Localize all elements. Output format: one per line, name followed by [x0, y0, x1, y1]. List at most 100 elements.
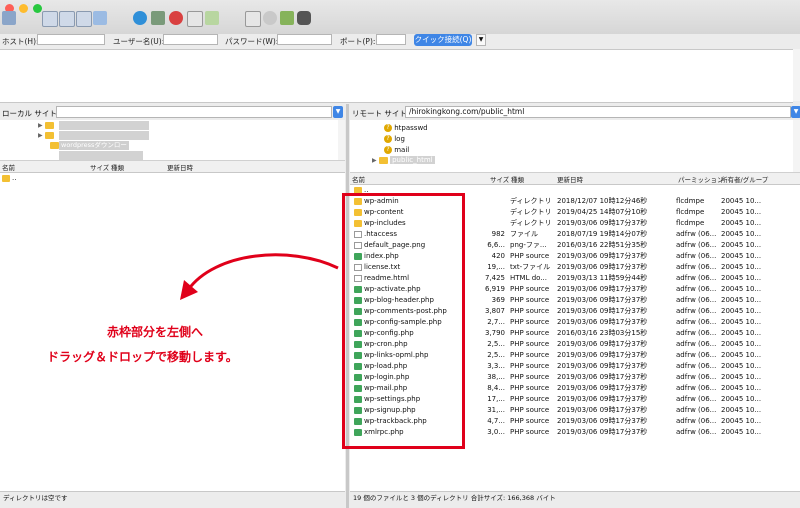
- reconnect-icon[interactable]: [205, 11, 219, 25]
- col-name[interactable]: 名前: [352, 174, 365, 184]
- folder-icon: [2, 175, 10, 182]
- remote-path-dropdown[interactable]: ▼: [791, 106, 800, 118]
- file-type: PHP source: [510, 406, 550, 414]
- toggle-local-tree-icon[interactable]: [59, 11, 75, 27]
- find-files-icon[interactable]: [297, 11, 311, 25]
- file-permission: adfrw (06...: [676, 384, 717, 392]
- folder-icon: [50, 141, 59, 149]
- col-size[interactable]: サイズ: [490, 174, 509, 184]
- remote-tree-row-selected[interactable]: ▶ public_html: [372, 155, 435, 165]
- local-tree-selected-label[interactable]: wordpressダウンロード: [59, 141, 129, 158]
- file-type: PHP source: [510, 373, 550, 381]
- user-input[interactable]: [163, 34, 218, 45]
- expand-arrow-icon[interactable]: ▶: [372, 157, 377, 164]
- file-modified: 2019/03/06 09時17分37秒: [557, 285, 648, 293]
- file-modified: 2019/03/06 09時17分37秒: [557, 417, 648, 425]
- remote-tree-label: mail: [394, 146, 410, 154]
- site-manager-icon[interactable]: [2, 11, 16, 25]
- quickconnect-dropdown[interactable]: ▼: [476, 34, 486, 46]
- local-tree-scrollbar[interactable]: [338, 120, 345, 160]
- refresh-icon[interactable]: [133, 11, 147, 25]
- local-tree-item[interactable]: [59, 121, 149, 130]
- file-size: 6,919: [484, 285, 505, 293]
- filter-icon[interactable]: [245, 11, 261, 27]
- host-input[interactable]: [37, 34, 105, 45]
- col-permission[interactable]: パーミッション: [678, 174, 724, 184]
- file-modified: 2018/12/07 10時12分46秒: [557, 197, 648, 205]
- remote-tree-row[interactable]: ? mail: [384, 145, 409, 155]
- file-permission: adfrw (06...: [676, 241, 717, 249]
- toggle-queue-icon[interactable]: [93, 11, 107, 25]
- col-modified[interactable]: 更新日時: [167, 162, 193, 172]
- file-type: txt-ファイル: [510, 263, 551, 271]
- file-modified: 2019/03/06 09時17分37秒: [557, 351, 648, 359]
- remote-path-input[interactable]: /hirokingkong.com/public_html: [405, 106, 791, 118]
- local-tree-row-selected[interactable]: [50, 140, 59, 150]
- file-size: 3,807: [484, 307, 505, 315]
- zoom-window-icon[interactable]: [33, 4, 42, 13]
- file-owner: 20045 10...: [721, 241, 762, 249]
- local-tree-item[interactable]: [59, 151, 143, 160]
- log-scrollbar[interactable]: [793, 49, 800, 101]
- disconnect-icon[interactable]: [187, 11, 203, 27]
- unknown-folder-icon: ?: [384, 146, 392, 154]
- file-modified: 2019/03/06 09時17分37秒: [557, 428, 648, 436]
- remote-tree-label: public_html: [390, 156, 435, 164]
- file-permission: flcdmpe: [676, 219, 705, 227]
- file-modified: 2019/03/06 09時17分37秒: [557, 395, 648, 403]
- file-type: PHP source: [510, 252, 550, 260]
- unknown-folder-icon: ?: [384, 135, 392, 143]
- file-owner: 20045 10...: [721, 384, 762, 392]
- file-type: HTML do...: [510, 274, 547, 282]
- minimize-window-icon[interactable]: [19, 4, 28, 13]
- unknown-folder-icon: ?: [384, 124, 392, 132]
- file-modified: 2018/07/19 19時14分07秒: [557, 230, 648, 238]
- local-tree: ▶ ▶ wordpressダウンロード: [0, 120, 345, 161]
- process-queue-icon[interactable]: [151, 11, 165, 25]
- file-owner: 20045 10...: [721, 406, 762, 414]
- file-permission: adfrw (06...: [676, 230, 717, 238]
- local-tree-row[interactable]: ▶: [38, 120, 54, 130]
- port-input[interactable]: [376, 34, 406, 45]
- file-permission: adfrw (06...: [676, 362, 717, 370]
- col-name[interactable]: 名前: [2, 162, 15, 172]
- col-owner[interactable]: 所有者/グループ: [721, 174, 768, 184]
- list-item-parent[interactable]: ..: [0, 173, 345, 184]
- col-type[interactable]: 種類: [111, 162, 124, 172]
- file-owner: 20045 10...: [721, 329, 762, 337]
- file-type: PHP source: [510, 395, 550, 403]
- file-permission: flcdmpe: [676, 197, 705, 205]
- col-size[interactable]: サイズ: [90, 162, 109, 172]
- col-modified[interactable]: 更新日時: [557, 174, 583, 184]
- file-type: ファイル: [510, 230, 538, 238]
- file-type: PHP source: [510, 351, 550, 359]
- toggle-remote-tree-icon[interactable]: [76, 11, 92, 27]
- toggle-log-icon[interactable]: [42, 11, 58, 27]
- drag-arrow-icon: [180, 253, 339, 300]
- file-permission: flcdmpe: [676, 208, 705, 216]
- folder-icon: [44, 131, 54, 139]
- local-list-header: 名前 サイズ 種類 更新日時: [0, 161, 345, 173]
- local-path-dropdown[interactable]: ▼: [333, 106, 343, 118]
- file-owner: 20045 10...: [721, 197, 762, 205]
- remote-tree-row[interactable]: ? htpasswd: [384, 123, 428, 133]
- remote-tree-scrollbar[interactable]: [793, 120, 800, 172]
- file-owner: 20045 10...: [721, 340, 762, 348]
- file-owner: 20045 10...: [721, 307, 762, 315]
- file-permission: adfrw (06...: [676, 373, 717, 381]
- local-tree-item[interactable]: [59, 131, 149, 140]
- cancel-icon[interactable]: [169, 11, 183, 25]
- col-type[interactable]: 種類: [511, 174, 524, 184]
- file-size: 6,6...: [487, 241, 505, 249]
- remote-tree-row[interactable]: ? log: [384, 134, 405, 144]
- password-label: パスワード(W):: [225, 37, 279, 46]
- local-path-input[interactable]: [56, 106, 332, 118]
- local-tree-row[interactable]: ▶: [38, 130, 54, 140]
- file-modified: 2019/03/06 09時17分37秒: [557, 307, 648, 315]
- password-input[interactable]: [277, 34, 332, 45]
- quickconnect-button[interactable]: クイック接続(Q): [414, 34, 472, 46]
- file-modified: 2019/03/06 09時17分37秒: [557, 252, 648, 260]
- compare-icon[interactable]: [263, 11, 277, 25]
- folder-icon: [44, 121, 54, 129]
- sync-browse-icon[interactable]: [280, 11, 294, 25]
